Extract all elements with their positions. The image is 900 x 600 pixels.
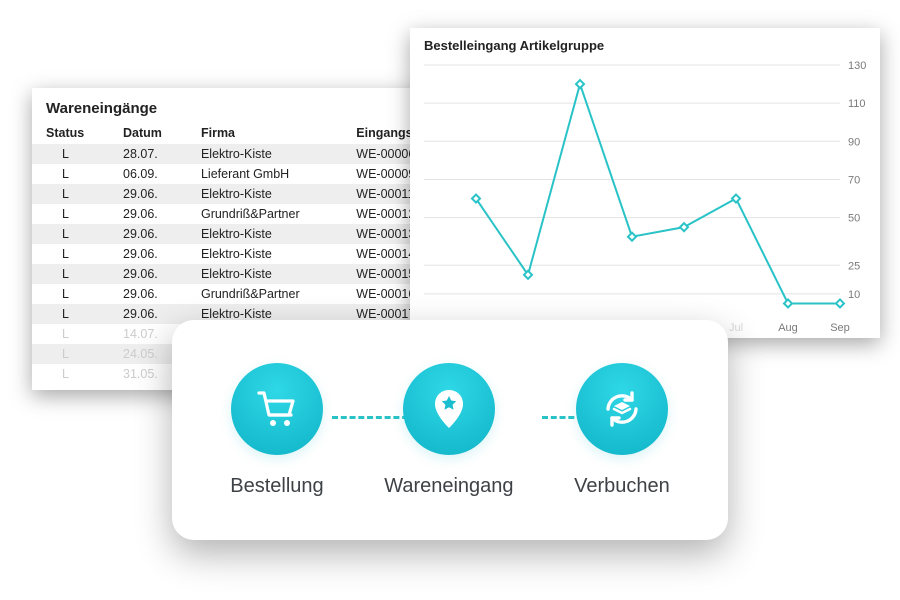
svg-text:Aug: Aug [778,322,798,334]
col-firma: Firma [187,123,342,144]
table-cell: Elektro-Kiste [187,264,342,284]
table-cell: L [32,344,109,364]
svg-text:25: 25 [848,260,860,272]
table-cell: 29.06. [109,304,187,324]
table-cell: L [32,144,109,164]
table-cell: L [32,224,109,244]
table-cell: L [32,244,109,264]
table-row[interactable]: L29.06.Elektro-KisteWE-00013 [32,224,462,244]
table-row[interactable]: L29.06.Elektro-KisteWE-00011 [32,184,462,204]
svg-text:110: 110 [848,98,866,110]
table-cell: Elektro-Kiste [187,184,342,204]
sync-icon [576,363,668,455]
order-intake-chart-card: Bestelleingang Artikelgruppe 10 25 50 70 90 1… [410,28,880,338]
table-cell: Elektro-Kiste [187,224,342,244]
workflow-step-verbuchen: Verbuchen [574,363,670,498]
table-cell: 28.07. [109,144,187,164]
table-cell: 29.06. [109,184,187,204]
table-cell: Grundriß&Partner [187,204,342,224]
svg-text:50: 50 [848,213,860,225]
table-row[interactable]: L29.06.Grundriß&PartnerWE-00012 [32,204,462,224]
table-cell: L [32,324,109,344]
table-cell: Elektro-Kiste [187,244,342,264]
table-cell: L [32,364,109,384]
table-cell: L [32,164,109,184]
workflow-step-bestellung: Bestellung [230,363,323,498]
table-cell: L [32,284,109,304]
table-row[interactable]: L06.09.Lieferant GmbHWE-00009 [32,164,462,184]
chart-title: Bestelleingang Artikelgruppe [410,38,880,59]
table-cell: Grundriß&Partner [187,284,342,304]
workflow-step-label: Verbuchen [574,475,670,498]
order-intake-line-chart: 1025507090110130JanFebMarAprMayJunJulAug… [410,59,880,337]
table-cell: 06.09. [109,164,187,184]
table-row[interactable]: L29.06.Elektro-KisteWE-00014 [32,244,462,264]
svg-text:130: 130 [848,60,866,72]
table-row[interactable]: L29.06.Grundriß&PartnerWE-00016 [32,284,462,304]
table-cell: L [32,204,109,224]
table-row[interactable]: L29.06.Elektro-KisteWE-00015 [32,264,462,284]
table-cell: L [32,264,109,284]
svg-text:70: 70 [848,174,860,186]
workflow-card: Bestellung Wareneingang Verbuchen [172,320,728,540]
table-cell: 29.06. [109,244,187,264]
table-cell: Lieferant GmbH [187,164,342,184]
svg-text:Sep: Sep [830,322,850,334]
table-cell: L [32,184,109,204]
table-title: Wareneingänge [32,98,462,123]
col-status: Status [32,123,109,144]
table-row[interactable]: L28.07.Elektro-KisteWE-00006 [32,144,462,164]
table-cell: 29.06. [109,264,187,284]
table-cell: 29.06. [109,284,187,304]
table-cell: 29.06. [109,204,187,224]
col-datum: Datum [109,123,187,144]
workflow-step-label: Wareneingang [384,475,513,498]
table-header-row: Status Datum Firma Eingangsnr. [32,123,462,144]
table-cell: 29.06. [109,224,187,244]
table-cell: L [32,304,109,324]
svg-text:90: 90 [848,136,860,148]
workflow-step-label: Bestellung [230,475,323,498]
pin-icon [403,363,495,455]
cart-icon [231,363,323,455]
table-cell: Elektro-Kiste [187,144,342,164]
svg-text:10: 10 [848,289,860,301]
workflow-step-wareneingang: Wareneingang [384,363,513,498]
svg-text:Jul: Jul [729,322,743,334]
